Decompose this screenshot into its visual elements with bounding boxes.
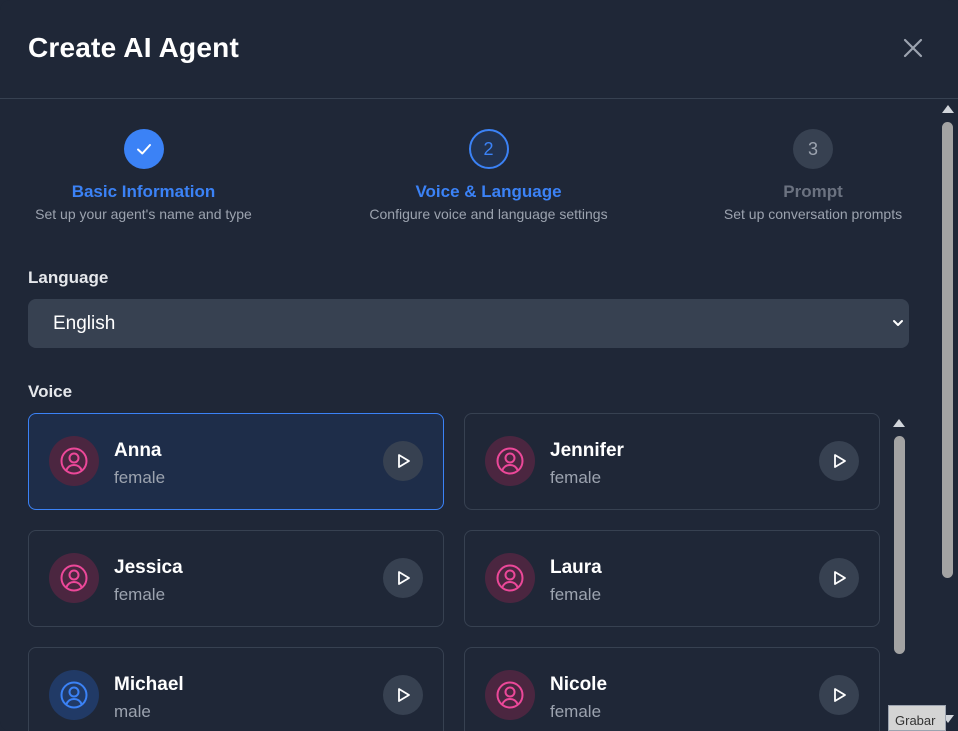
step-label: Voice & Language [415,182,562,201]
voice-card-michael[interactable]: Michael male [28,647,444,731]
avatar [49,436,99,486]
play-icon [398,688,410,702]
voice-gender: female [114,468,166,487]
step-label: Prompt [783,182,843,201]
play-preview-button[interactable] [819,558,859,598]
scrollbar-thumb[interactable] [942,122,953,578]
close-icon [903,38,923,58]
voice-gender: female [550,468,602,487]
checkmark-icon [136,144,151,155]
play-icon [834,571,846,585]
voice-gender: male [114,702,151,721]
voice-card-anna[interactable]: Anna female [28,413,444,510]
step-basic-information[interactable]: Basic Information Set up your agent's na… [28,129,259,222]
step-description: Set up your agent's name and type [35,206,252,222]
avatar [49,670,99,720]
avatar [485,436,535,486]
dialog-header: Create AI Agent [0,0,958,99]
voice-card-jessica[interactable]: Jessica female [28,530,444,627]
step-completed-indicator [123,129,164,169]
play-preview-button[interactable] [819,441,859,481]
close-button[interactable] [898,33,928,63]
voice-gender: female [114,585,166,604]
voice-name: Michael [114,674,184,695]
step-description: Set up conversation prompts [723,206,903,222]
dialog-scrollbar[interactable] [938,100,958,731]
user-circle-icon [496,447,524,475]
step-voice-language[interactable]: 2 Voice & Language Configure voice and l… [361,129,616,222]
play-icon [398,571,410,585]
step-description: Configure voice and language settings [369,206,608,222]
dialog-body: Basic Information Set up your agent's na… [0,100,938,731]
voice-list-scrollbar[interactable] [890,413,909,731]
voice-card-jennifer[interactable]: Jennifer female [464,413,880,510]
voice-name: Anna [114,440,162,461]
avatar [49,553,99,603]
language-selected-value: English [53,312,116,334]
language-select[interactable]: English [28,299,909,348]
user-circle-icon [496,681,524,709]
voice-name: Nicole [550,674,608,695]
create-agent-dialog: Create AI Agent Basic Information Set up… [0,0,958,731]
voice-options-list: Anna female Jennifer female Jessica fema… [28,413,880,731]
user-circle-icon [60,681,88,709]
voice-name: Laura [550,557,602,578]
step-label: Basic Information [71,182,216,201]
scroll-up-arrow-icon[interactable] [942,105,954,113]
voice-name: Jennifer [550,440,624,461]
voice-name: Jessica [114,557,183,578]
chevron-down-icon [893,320,903,326]
step-number: 3 [793,129,833,169]
play-preview-button[interactable] [383,441,423,481]
avatar [485,553,535,603]
play-icon [398,454,410,468]
play-preview-button[interactable] [819,675,859,715]
user-circle-icon [60,447,88,475]
voice-label: Voice [28,382,73,401]
play-icon [834,454,846,468]
language-label: Language [28,268,109,287]
record-button[interactable]: Grabar [888,705,946,731]
step-number: 2 [468,129,509,169]
user-circle-icon [496,564,524,592]
play-preview-button[interactable] [383,558,423,598]
voice-gender: female [550,585,602,604]
play-preview-button[interactable] [383,675,423,715]
user-circle-icon [60,564,88,592]
voice-card-laura[interactable]: Laura female [464,530,880,627]
voice-gender: female [550,702,602,721]
voice-card-nicole[interactable]: Nicole female [464,647,880,731]
avatar [485,670,535,720]
scrollbar-thumb[interactable] [894,436,905,654]
step-prompt[interactable]: 3 Prompt Set up conversation prompts [717,129,909,222]
dialog-title: Create AI Agent [28,32,239,63]
scroll-up-arrow-icon[interactable] [893,419,905,427]
play-icon [834,688,846,702]
